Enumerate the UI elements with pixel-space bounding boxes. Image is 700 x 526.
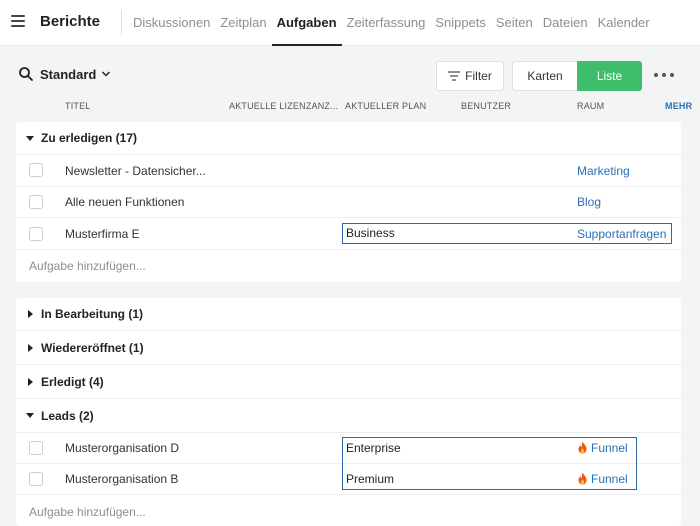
room-name: Funnel	[591, 472, 628, 486]
app-title: Berichte	[40, 13, 101, 30]
task-checkbox[interactable]	[29, 472, 43, 486]
group-label: Erledigt (4)	[41, 374, 104, 389]
tab-dateien[interactable]: Dateien	[538, 0, 593, 46]
group-header-leads[interactable]: Leads (2)	[16, 399, 681, 433]
task-title[interactable]: Musterfirma E	[65, 227, 140, 241]
liste-view-button[interactable]: Liste	[577, 61, 642, 91]
expand-triangle-icon	[28, 377, 33, 386]
room-link[interactable]: Funnel	[577, 472, 628, 486]
tab-zeiterfassung[interactable]: Zeiterfassung	[342, 0, 431, 46]
group-label: Leads (2)	[41, 408, 94, 423]
column-header-lizenzanzahl[interactable]: AKTUELLE LIZENZANZ...	[229, 101, 338, 111]
view-name: Standard	[40, 66, 97, 82]
chevron-down-icon	[102, 71, 111, 77]
search-icon	[19, 67, 33, 81]
table-row[interactable]: Alle neuen Funktionen Blog	[16, 187, 681, 218]
group-header-todo[interactable]: Zu erledigen (17)	[16, 122, 681, 155]
group-label: In Bearbeitung (1)	[41, 307, 144, 321]
table-row[interactable]: Musterorganisation B Premium Funnel	[16, 464, 681, 495]
task-checkbox[interactable]	[29, 441, 43, 455]
column-header-plan[interactable]: AKTUELLER PLAN	[345, 101, 426, 111]
room-link[interactable]: Blog	[577, 195, 601, 209]
group-header-reopened[interactable]: Wiedereröffnet (1)	[16, 331, 681, 365]
task-title[interactable]: Newsletter - Datensicher...	[65, 164, 206, 178]
task-checkbox[interactable]	[29, 227, 43, 241]
more-options-icon[interactable]	[654, 67, 674, 83]
column-header-raum[interactable]: RAUM	[577, 101, 604, 111]
tab-snippets[interactable]: Snippets	[430, 0, 491, 46]
plan-value: Business	[346, 226, 395, 240]
column-header-titel[interactable]: TITEL	[65, 101, 91, 111]
plan-value[interactable]: Premium	[346, 472, 394, 486]
filter-label: Filter	[465, 69, 492, 83]
group-card-rest: In Bearbeitung (1) Wiedereröffnet (1) Er…	[16, 298, 681, 526]
task-checkbox[interactable]	[29, 195, 43, 209]
task-checkbox[interactable]	[29, 163, 43, 177]
tab-zeitplan[interactable]: Zeitplan	[215, 0, 271, 46]
top-nav: Berichte Diskussionen Zeitplan Aufgaben …	[0, 0, 700, 46]
group-header-done[interactable]: Erledigt (4)	[16, 365, 681, 399]
fire-icon	[578, 472, 587, 485]
room-link[interactable]: Marketing	[577, 164, 630, 178]
nav-divider	[121, 10, 122, 35]
column-header-benutzer[interactable]: BENUTZER	[461, 101, 511, 111]
menu-icon[interactable]	[11, 15, 25, 27]
tab-diskussionen[interactable]: Diskussionen	[128, 0, 215, 46]
group-label: Wiedereröffnet (1)	[41, 340, 144, 355]
table-row[interactable]: Newsletter - Datensicher... Marketing	[16, 155, 681, 187]
table-row[interactable]: Musterorganisation D Enterprise Funnel	[16, 433, 681, 464]
tab-aufgaben[interactable]: Aufgaben	[271, 0, 342, 46]
task-title[interactable]: Musterorganisation B	[65, 472, 178, 486]
add-task-link[interactable]: Aufgabe hinzufügen...	[29, 259, 146, 273]
task-title[interactable]: Alle neuen Funktionen	[65, 195, 184, 209]
group-header-in-progress[interactable]: In Bearbeitung (1)	[16, 298, 681, 331]
add-task-link[interactable]: Aufgabe hinzufügen...	[29, 505, 146, 519]
task-title[interactable]: Musterorganisation D	[65, 441, 179, 455]
filter-button[interactable]: Filter	[436, 61, 504, 91]
tab-kalender[interactable]: Kalender	[593, 0, 655, 46]
expand-triangle-icon	[28, 310, 33, 318]
group-card-todo: Zu erledigen (17) Newsletter - Datensich…	[16, 122, 681, 282]
project-tabs: Diskussionen Zeitplan Aufgaben Zeiterfas…	[128, 0, 655, 46]
table-row[interactable]: Musterfirma E Business Supportanfragen	[16, 218, 681, 250]
filter-icon	[448, 71, 461, 81]
more-columns-button[interactable]: MEHR	[665, 101, 692, 111]
plan-value[interactable]: Enterprise	[346, 441, 401, 455]
room-link[interactable]: Funnel	[577, 441, 628, 455]
collapse-triangle-icon	[26, 413, 34, 418]
view-selector[interactable]: Standard	[18, 66, 111, 82]
group-label: Zu erledigen (17)	[41, 131, 138, 145]
room-name: Funnel	[591, 441, 628, 455]
tab-seiten[interactable]: Seiten	[491, 0, 538, 46]
fire-icon	[578, 441, 587, 454]
expand-triangle-icon	[28, 343, 33, 352]
karten-view-button[interactable]: Karten	[512, 61, 578, 91]
collapse-triangle-icon	[26, 135, 34, 141]
room-link[interactable]: Supportanfragen	[577, 227, 666, 241]
